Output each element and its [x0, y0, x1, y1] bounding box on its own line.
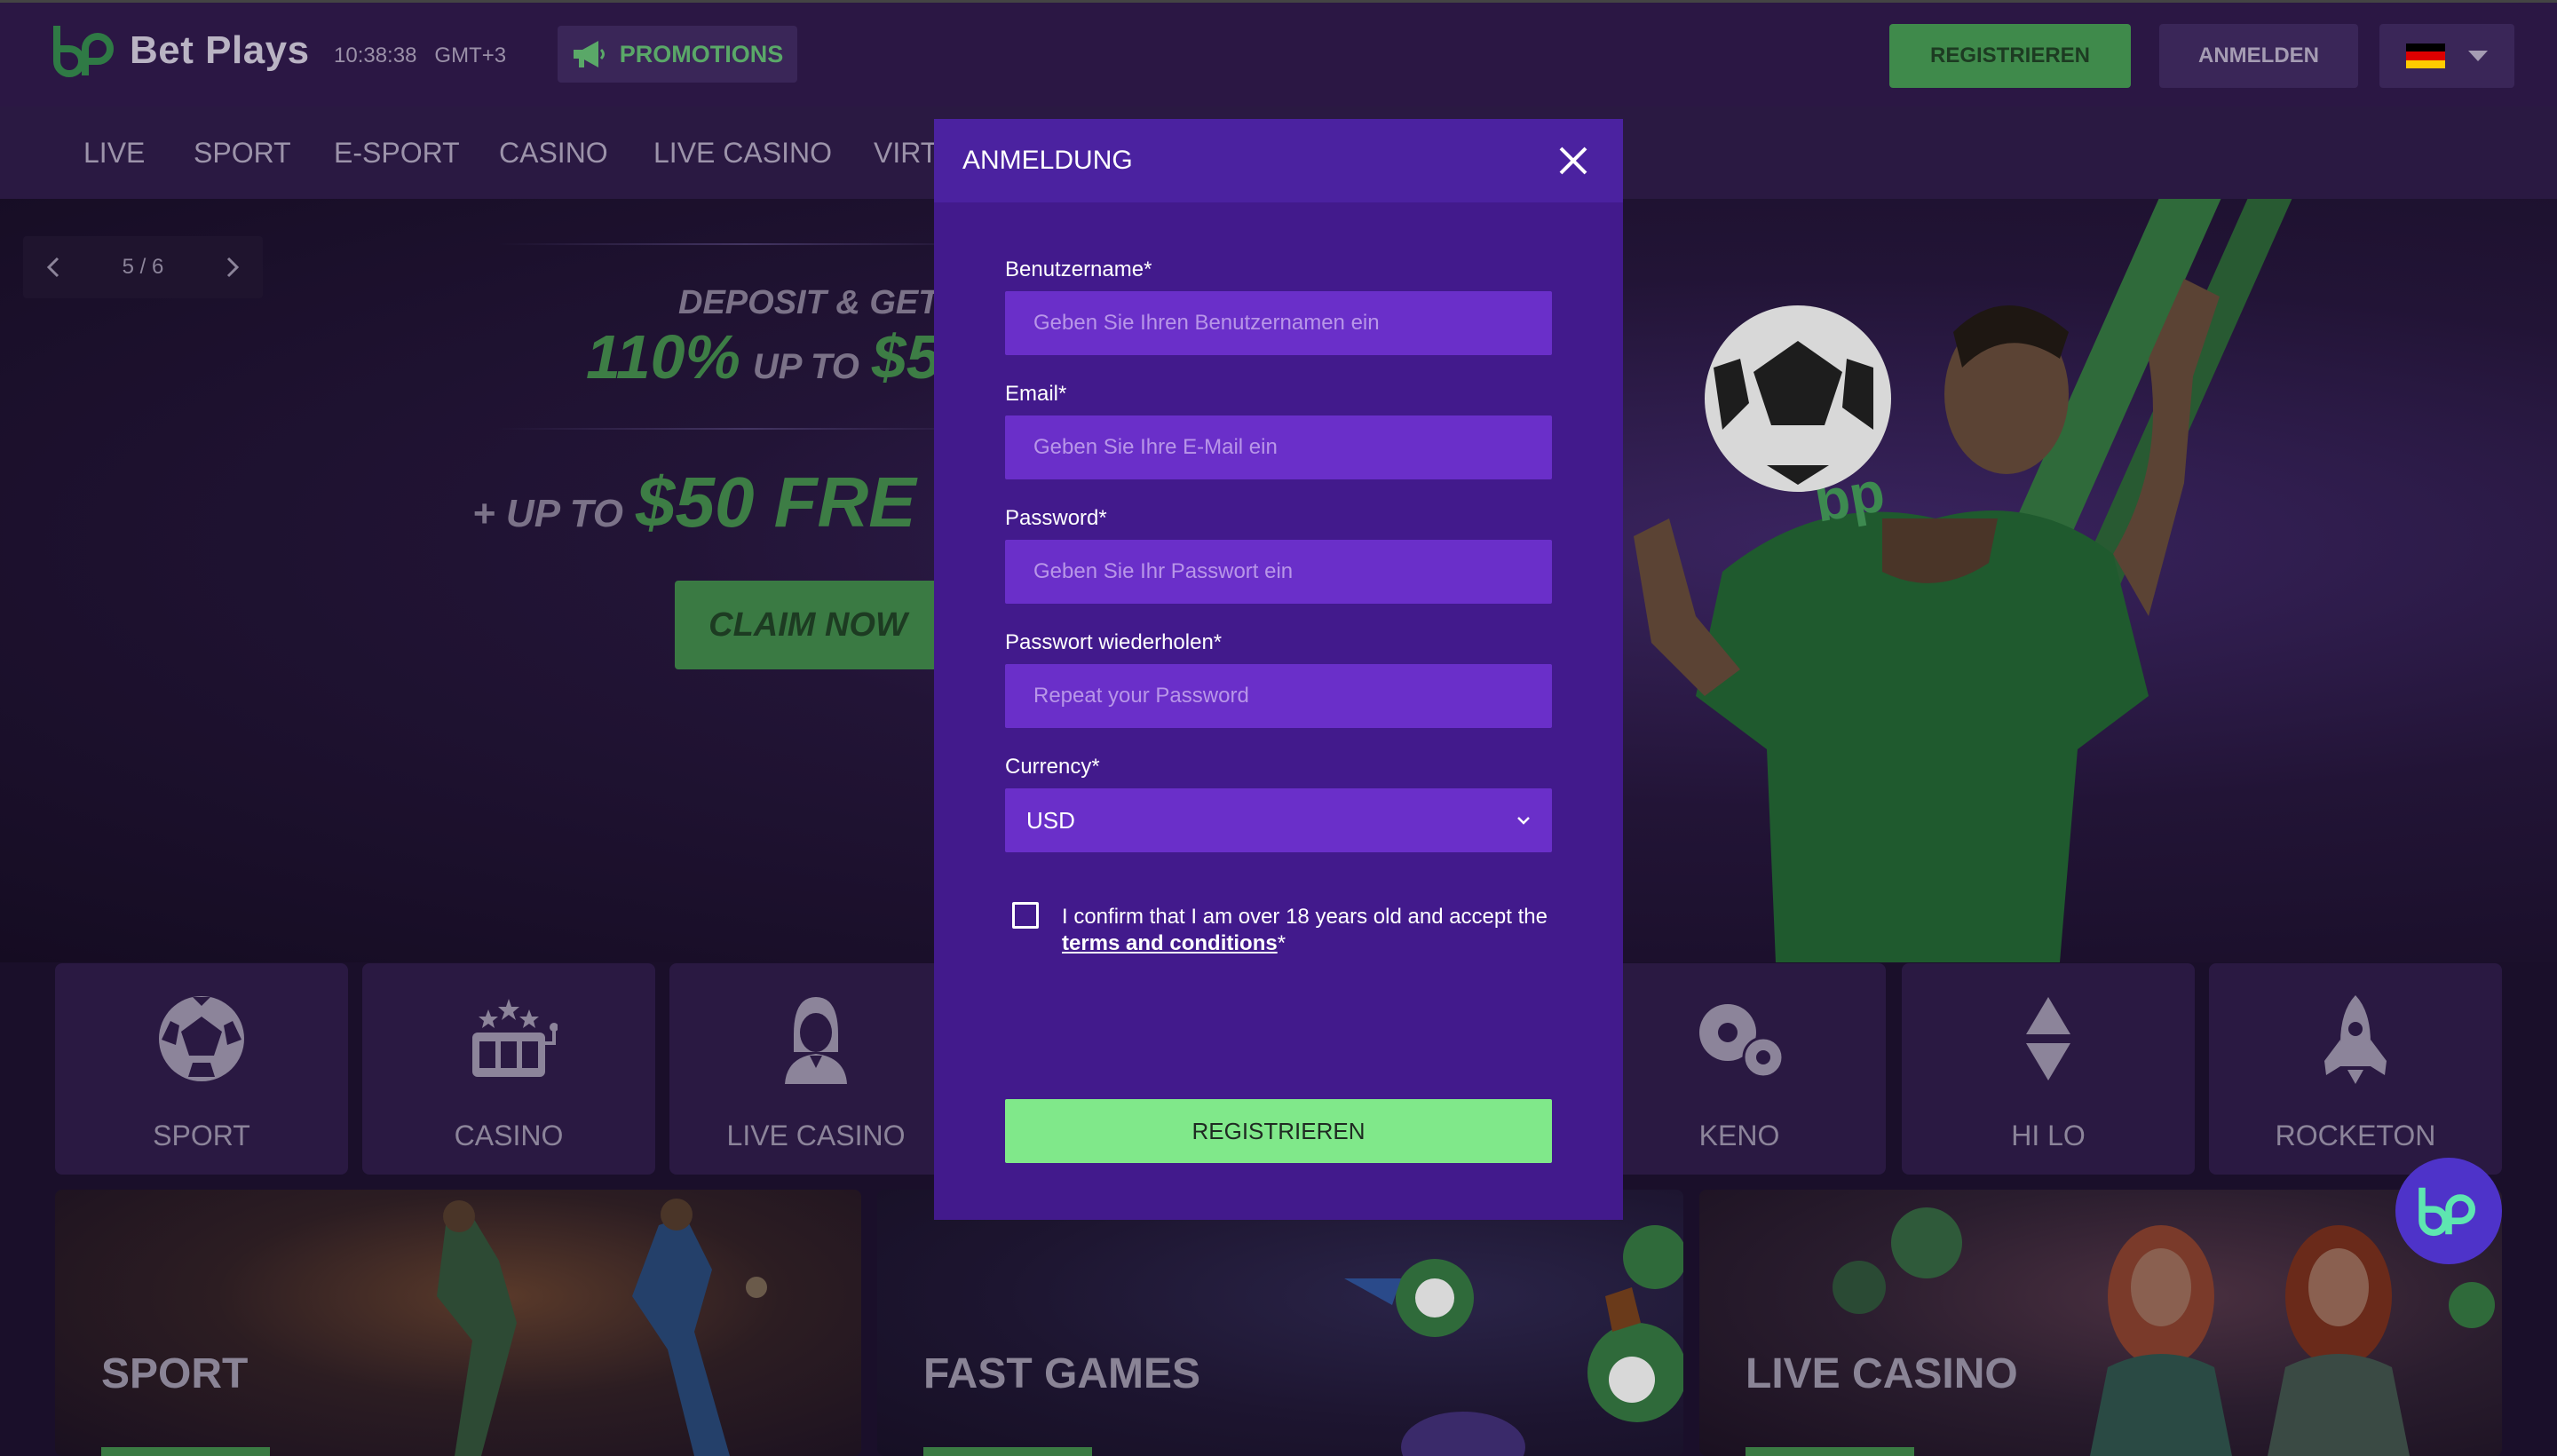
chevron-down-icon [1517, 817, 1530, 825]
nav-item-sport[interactable]: SPORT [194, 137, 291, 170]
tile-rocketon[interactable]: ROCKETON [2209, 963, 2502, 1175]
card-accent-bar [1746, 1447, 1914, 1456]
card-accent-bar [923, 1447, 1092, 1456]
banner-up-to: UP TO [752, 347, 859, 386]
slot-machine-icon [472, 999, 558, 1077]
username-label: Benutzername* [1005, 257, 1152, 281]
claim-now-button[interactable]: CLAIM NOW [675, 581, 941, 669]
tile-label: KENO [1698, 1120, 1780, 1151]
clock: 10:38:38 GMT+3 [334, 44, 507, 67]
hi-lo-arrows-icon [2026, 997, 2070, 1080]
registration-modal: ANMELDUNG Benutzername* Email* Password*… [934, 119, 1623, 1220]
tile-label: SPORT [153, 1120, 250, 1151]
chat-button[interactable] [2395, 1158, 2502, 1264]
nav-item-live-casino[interactable]: LIVE CASINO [653, 137, 832, 170]
rocket-icon [2324, 995, 2387, 1084]
confirm-text: I confirm that I am over 18 years old an… [1062, 905, 1548, 929]
email-input[interactable] [1005, 415, 1552, 479]
tile-hi-lo[interactable]: HI LO [1902, 963, 2195, 1175]
promotions-button[interactable]: PROMOTIONS [558, 26, 797, 83]
banner-amount-2: $50 FRE [635, 463, 916, 542]
modal-title: ANMELDUNG [962, 146, 1133, 175]
keno-balls-icon [1699, 1004, 1785, 1079]
tile-label: CASINO [454, 1120, 564, 1151]
password-repeat-label: Passwort wiederholen* [1005, 630, 1223, 654]
banner-amount-1: $5 [871, 322, 941, 392]
terms-link[interactable]: terms and conditions [1062, 931, 1278, 955]
card-title: FAST GAMES [923, 1350, 1201, 1397]
password-label: Password* [1005, 506, 1107, 530]
nav-item-virtual[interactable]: VIRT [874, 137, 938, 170]
bp-logo-icon [53, 26, 114, 77]
top-header: Bet Plays 10:38:38 GMT+3 PROMOTIONS REGI… [0, 0, 2557, 107]
password-repeat-input[interactable] [1005, 664, 1552, 728]
modal-header: ANMELDUNG [934, 119, 1623, 202]
currency-value: USD [1026, 806, 1075, 834]
login-button[interactable]: ANMELDEN [2159, 24, 2358, 88]
promotions-label: PROMOTIONS [619, 40, 784, 67]
banner-percent-line: 110% UP TO $5 [586, 321, 941, 392]
tile-label: ROCKETON [2275, 1120, 2436, 1151]
live-casino-dealers-illustration [1833, 1207, 2495, 1456]
slider-control: 5 / 6 [23, 236, 263, 298]
password-input[interactable] [1005, 540, 1552, 604]
terms-suffix: * [1277, 931, 1286, 955]
banner-percent: 110% [586, 322, 740, 392]
soccer-ball-icon [159, 996, 244, 1081]
de-flag-icon [2406, 44, 2445, 68]
submit-register-button[interactable]: REGISTRIEREN [1005, 1099, 1552, 1163]
sport-players-illustration [437, 1199, 767, 1456]
brand-logo[interactable]: Bet Plays [50, 22, 310, 79]
tile-sport[interactable]: SPORT [55, 963, 348, 1175]
player-illustration: bp [1634, 279, 2220, 962]
slide-counter: 5 / 6 [122, 255, 164, 279]
currency-label: Currency* [1005, 755, 1100, 779]
language-selector[interactable] [2379, 24, 2514, 88]
bp-logo-icon [2418, 1187, 2475, 1237]
card-sport[interactable]: SPORT [55, 1190, 861, 1456]
megaphone-icon [573, 41, 605, 67]
brand-name: Bet Plays [130, 28, 310, 72]
card-accent-bar [101, 1447, 270, 1456]
banner-deposit-text: DEPOSIT & GET [678, 284, 939, 321]
card-live-casino[interactable]: LIVE CASINO [1699, 1190, 2502, 1456]
card-fast-games[interactable]: FAST GAMES [877, 1190, 1683, 1456]
chevron-down-icon [2468, 51, 2488, 61]
email-label: Email* [1005, 382, 1067, 406]
banner-free-line: + UP TO $50 FRE [472, 462, 916, 543]
fast-games-balls-illustration [1344, 1225, 1683, 1456]
banner-divider [497, 428, 994, 430]
nav-item-esport[interactable]: E-SPORT [334, 137, 460, 170]
nav-item-casino[interactable]: CASINO [499, 137, 608, 170]
card-title: LIVE CASINO [1746, 1350, 2018, 1397]
register-button[interactable]: REGISTRIEREN [1889, 24, 2131, 88]
card-title: SPORT [101, 1350, 249, 1397]
tile-casino[interactable]: CASINO [362, 963, 655, 1175]
tile-label: HI LO [2011, 1120, 2086, 1151]
currency-select[interactable]: USD [1005, 788, 1552, 852]
age-confirm-checkbox[interactable] [1012, 902, 1039, 929]
nav-item-live[interactable]: LIVE [83, 137, 145, 170]
banner-divider [497, 243, 994, 245]
chevron-right-icon[interactable] [226, 257, 240, 278]
username-input[interactable] [1005, 291, 1552, 355]
tile-label: LIVE CASINO [726, 1120, 906, 1151]
banner-plus-up-to: + UP TO [472, 492, 623, 535]
tile-live-casino[interactable]: LIVE CASINO [669, 963, 962, 1175]
chevron-left-icon[interactable] [46, 257, 60, 278]
tile-keno[interactable]: KENO [1593, 963, 1886, 1175]
close-icon[interactable] [1556, 143, 1591, 178]
age-confirm-text: I confirm that I am over 18 years old an… [1062, 904, 1559, 957]
dealer-icon [785, 997, 847, 1084]
